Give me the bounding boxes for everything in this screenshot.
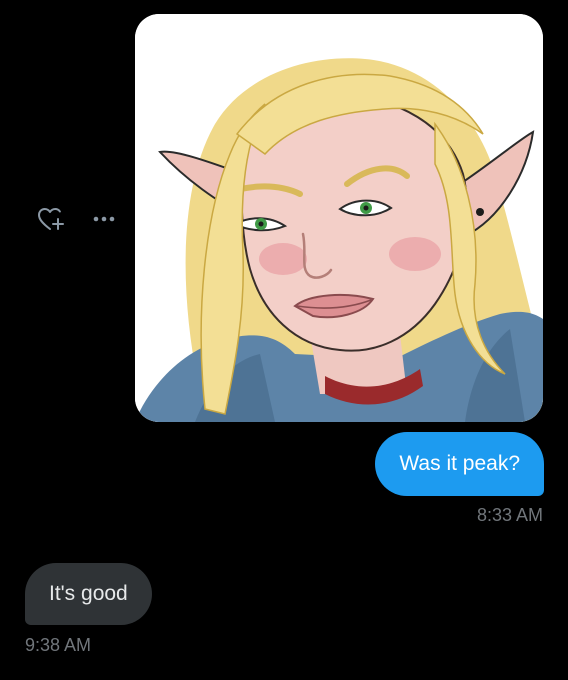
- heart-plus-icon[interactable]: [36, 205, 66, 233]
- elf-illustration: [135, 14, 543, 422]
- received-message-bubble[interactable]: It's good: [25, 563, 152, 625]
- image-message[interactable]: [135, 14, 543, 422]
- sent-message-text: Was it peak?: [399, 452, 520, 475]
- sent-message-timestamp: 8:33 AM: [476, 505, 543, 525]
- received-message-timestamp: 9:38 AM: [25, 635, 92, 655]
- sent-message-bubble[interactable]: Was it peak?: [375, 432, 544, 496]
- more-horizontal-icon[interactable]: [90, 210, 118, 228]
- received-message-text: It's good: [49, 582, 128, 605]
- dm-conversation: Was it peak? 8:33 AM It's good 9:38 AM: [0, 0, 568, 680]
